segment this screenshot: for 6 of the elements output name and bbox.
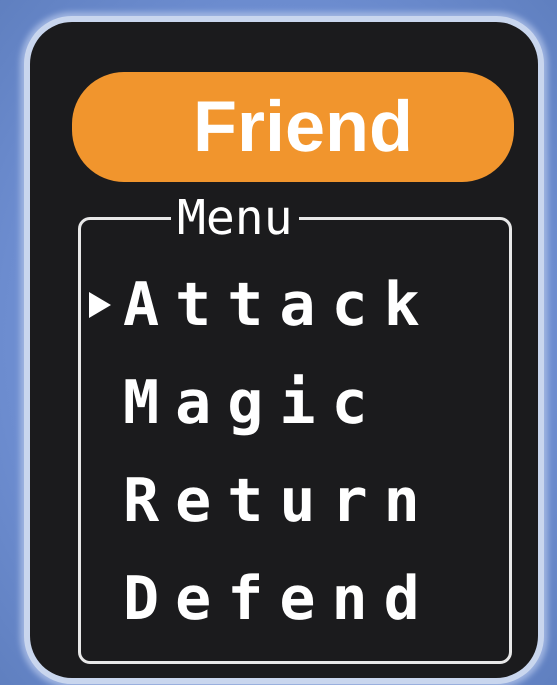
character-name-banner: Friend (72, 72, 514, 182)
menu-item[interactable]: Attack (123, 272, 436, 338)
menu-item[interactable]: Magic (123, 370, 384, 436)
menu-item[interactable]: Return (123, 468, 436, 534)
menu-item[interactable]: Defend (123, 566, 436, 632)
menu-title: Menu (176, 194, 294, 242)
